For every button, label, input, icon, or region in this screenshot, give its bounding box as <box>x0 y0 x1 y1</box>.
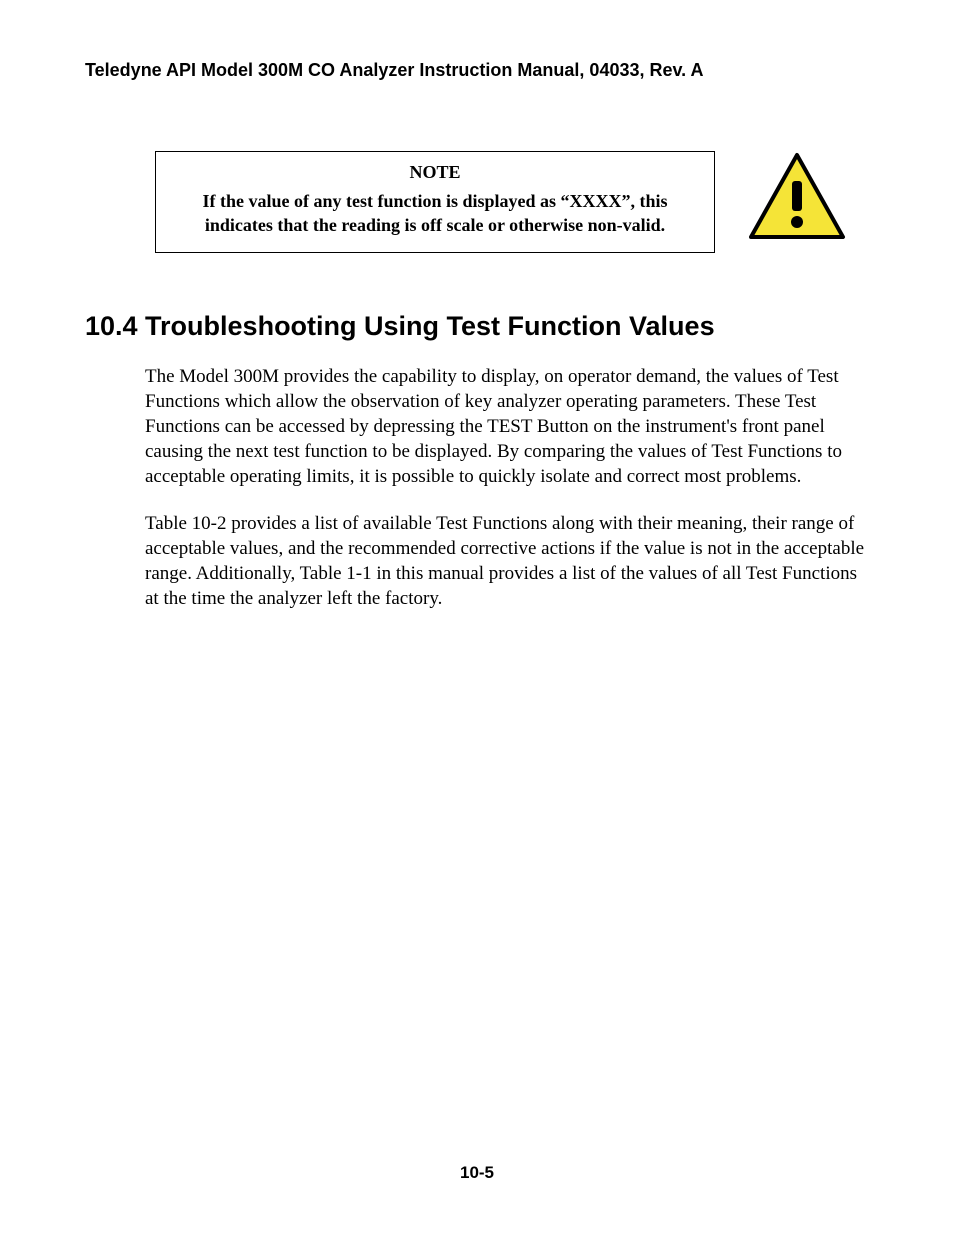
exclamation-dot <box>791 216 803 228</box>
note-title: NOTE <box>174 162 696 183</box>
body-paragraph: Table 10-2 provides a list of available … <box>145 511 874 611</box>
note-body: If the value of any test function is dis… <box>174 189 696 238</box>
warning-icon <box>747 151 847 246</box>
note-row: NOTE If the value of any test function i… <box>85 151 874 253</box>
page-number: 10-5 <box>0 1163 954 1183</box>
exclamation-bar <box>792 181 802 211</box>
section-heading: 10.4 Troubleshooting Using Test Function… <box>85 311 874 342</box>
note-box: NOTE If the value of any test function i… <box>155 151 715 253</box>
body-paragraph: The Model 300M provides the capability t… <box>145 364 874 489</box>
page-header: Teledyne API Model 300M CO Analyzer Inst… <box>85 60 874 81</box>
